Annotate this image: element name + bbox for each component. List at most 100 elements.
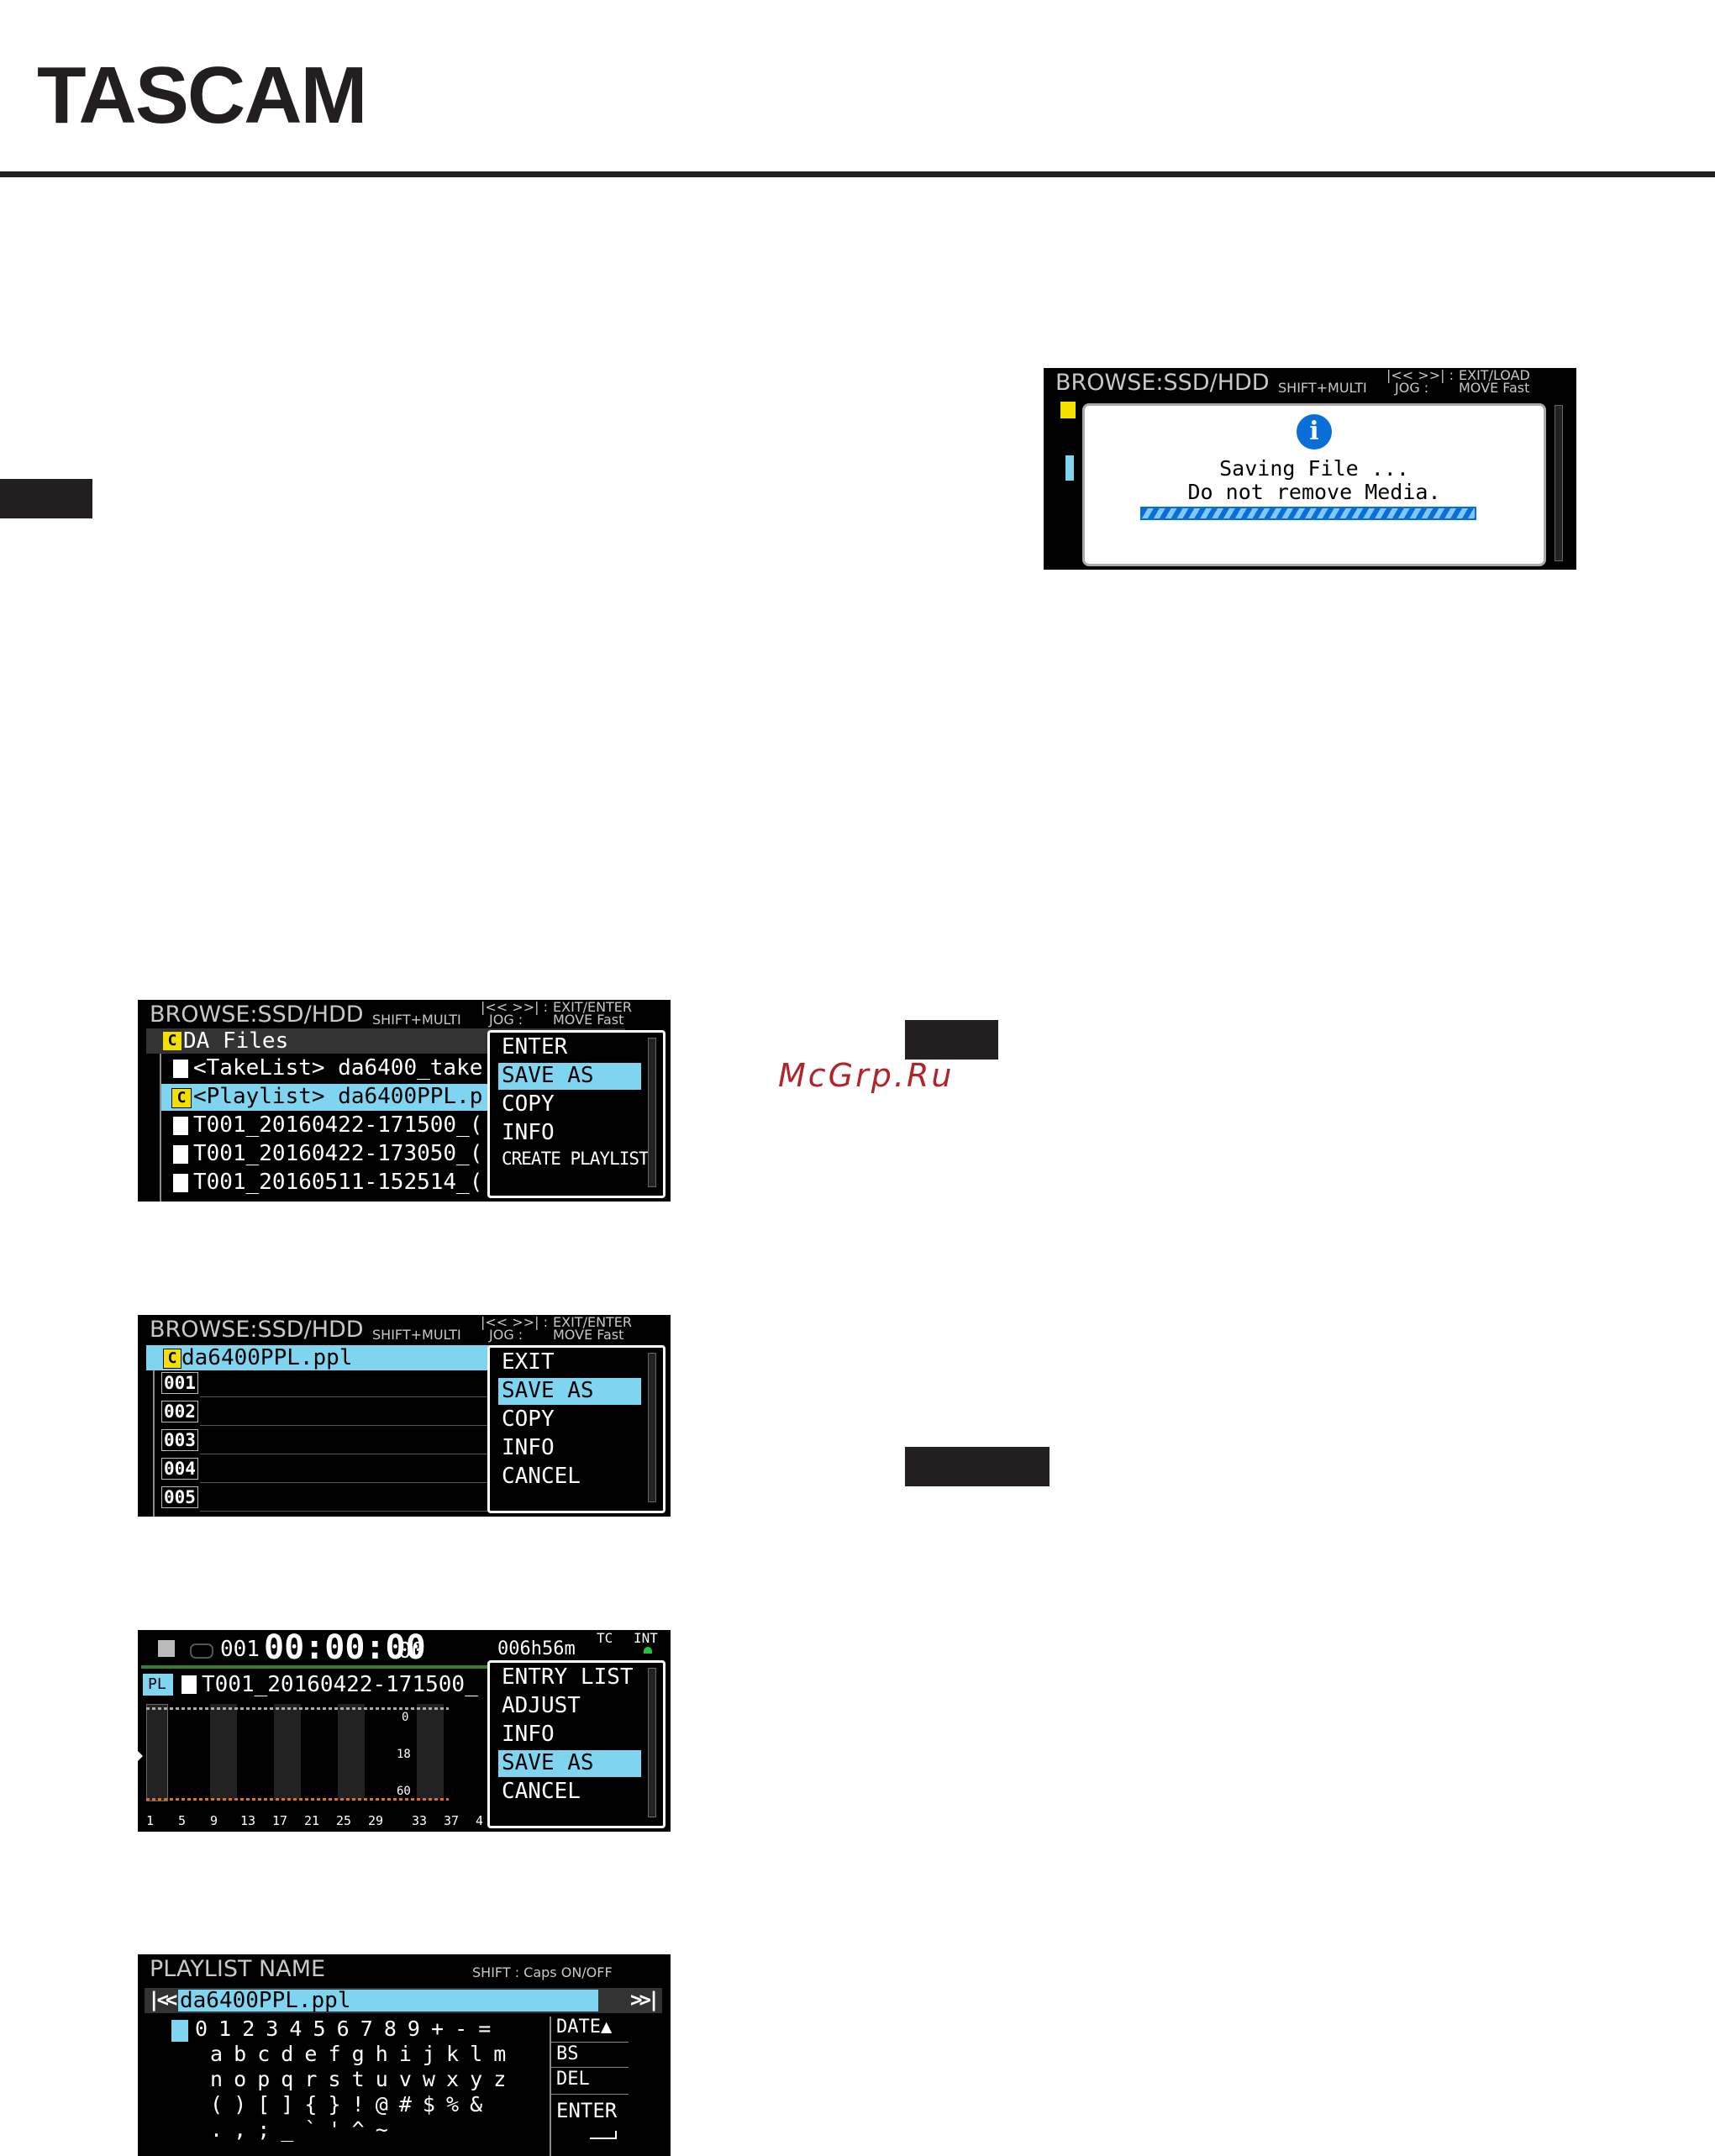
screen-title: BROWSE:SSD/HDD — [150, 1317, 364, 1343]
playlist-file-name: da6400PPL.ppl — [181, 1345, 353, 1370]
caps-hint: SHIFT : Caps ON/OFF — [472, 1964, 613, 1980]
item-label: T001_20160511-152514_( — [193, 1170, 483, 1195]
bs-key[interactable]: BS — [556, 2043, 579, 2064]
date-key[interactable]: DATE▲ — [556, 2017, 612, 2038]
meter-over-dots — [146, 1798, 449, 1801]
next-char-button[interactable]: >>| — [630, 1988, 660, 2011]
menu-item-copy[interactable]: COPY — [502, 1091, 555, 1117]
meter-peak-dots — [146, 1707, 449, 1710]
channel-label: 1 — [146, 1813, 155, 1828]
jog-hint: JOG : — [489, 1012, 523, 1028]
channel-label: 29 — [368, 1813, 384, 1828]
entry-number[interactable]: 005 — [161, 1486, 198, 1508]
name-field-row: |<< da6400PPL.ppl >>| — [145, 1988, 662, 2013]
scale-label: 60 — [397, 1785, 411, 1798]
shift-multi-hint: SHIFT+MULTI — [372, 1327, 461, 1343]
shift-multi-hint: SHIFT+MULTI — [372, 1012, 461, 1028]
scale-label: 0 — [402, 1711, 409, 1724]
menu-item-info[interactable]: INFO — [502, 1722, 555, 1747]
jog-hint: JOG : — [1395, 380, 1429, 396]
context-menu: ENTRY LIST ADJUST INFO SAVE AS CANCEL — [487, 1660, 665, 1828]
move-fast-hint: MOVE Fast — [553, 1012, 624, 1028]
audio-file-icon — [181, 1675, 197, 1694]
lcd-browse-menu: BROWSE:SSD/HDD SHIFT+MULTI |<< >>| : JOG… — [138, 1000, 671, 1202]
menu-scrollbar[interactable] — [648, 1038, 656, 1187]
char-keyboard[interactable]: 0 1 2 3 4 5 6 7 8 9 + - = a b c d e f g … — [171, 2017, 575, 2156]
timecode-frames: 00 — [398, 1638, 425, 1664]
item-label: <TakeList> da6400_take — [193, 1055, 483, 1081]
stop-icon — [158, 1640, 175, 1657]
char-row-lower-2[interactable]: n o p q r s t u v w x y z — [210, 2067, 506, 2091]
menu-item-enter[interactable]: ENTER — [502, 1034, 567, 1060]
audio-file-icon — [173, 1174, 188, 1192]
entry-number[interactable]: 004 — [161, 1458, 198, 1480]
lcd-saving-file: BROWSE:SSD/HDD SHIFT+MULTI |<< >>| : JOG… — [1044, 368, 1576, 570]
remain-time: 006h56m — [497, 1638, 576, 1659]
tree-line — [153, 1370, 155, 1517]
entry-number[interactable]: 002 — [161, 1401, 198, 1422]
playlist-badge: C — [163, 1349, 181, 1369]
track-name: T001_20160422-171500_ — [202, 1672, 478, 1697]
menu-item-entry-list[interactable]: ENTRY LIST — [502, 1664, 634, 1690]
entry-number[interactable]: 003 — [161, 1429, 198, 1451]
item-label: T001_20160422-171500_( — [193, 1112, 483, 1138]
cursor-marker — [138, 1751, 143, 1761]
scrollbar[interactable] — [1555, 405, 1563, 561]
menu-scrollbar[interactable] — [648, 1668, 656, 1817]
lcd-playlist-name: PLAYLIST NAME SHIFT : Caps ON/OFF |<< da… — [138, 1954, 671, 2156]
tc-indicator: TC — [597, 1630, 613, 1646]
enter-key[interactable]: ENTER — [556, 2099, 617, 2122]
channel-label: 37 — [444, 1813, 460, 1828]
menu-item-copy[interactable]: COPY — [502, 1407, 555, 1432]
menu-item-cancel[interactable]: CANCEL — [502, 1464, 581, 1489]
char-row-symbols-1[interactable]: ( ) [ ] { } ! @ # $ % & — [210, 2092, 482, 2117]
info-icon: i — [1297, 414, 1332, 450]
menu-scrollbar[interactable] — [648, 1353, 656, 1502]
channel-label: 21 — [304, 1813, 320, 1828]
section-tab-mid-wide — [905, 1447, 1050, 1486]
key-divider — [551, 2042, 629, 2043]
name-input[interactable]: da6400PPL.ppl — [178, 1988, 598, 2013]
audio-file-icon — [173, 1117, 188, 1135]
menu-item-info[interactable]: INFO — [502, 1120, 555, 1145]
menu-item-save-as[interactable]: SAVE AS — [502, 1063, 594, 1088]
side-keys: DATE▲ BS DEL ENTER — [550, 2017, 635, 2156]
int-indicator: INT — [634, 1630, 658, 1646]
level-meter — [210, 1704, 237, 1800]
char-row-lower-1[interactable]: a b c d e f g h i j k l m — [210, 2042, 506, 2066]
playlist-badge: C — [171, 1088, 192, 1108]
watermark: McGrp.Ru — [778, 1057, 955, 1094]
del-key[interactable]: DEL — [556, 2069, 590, 2090]
menu-item-adjust[interactable]: ADJUST — [502, 1693, 581, 1718]
move-fast-hint: MOVE Fast — [1459, 380, 1530, 396]
screen-title: BROWSE:SSD/HDD — [1055, 370, 1270, 396]
menu-item-save-as[interactable]: SAVE AS — [502, 1750, 594, 1775]
repeat-icon — [190, 1643, 213, 1659]
char-row-symbols-2[interactable]: . , ; _ ` ' ^ ~ — [210, 2117, 388, 2142]
level-meter — [338, 1704, 365, 1800]
saving-message: Saving File ... — [1219, 456, 1409, 481]
menu-item-cancel[interactable]: CANCEL — [502, 1779, 581, 1804]
pl-badge: PL — [148, 1675, 166, 1693]
item-label: T001_20160422-173050_( — [193, 1141, 483, 1166]
menu-item-create-playlist[interactable]: CREATE PLAYLIST — [502, 1149, 650, 1169]
takelist-icon — [173, 1060, 188, 1078]
shift-multi-hint: SHIFT+MULTI — [1278, 380, 1367, 396]
level-meter — [146, 1704, 168, 1801]
menu-item-info[interactable]: INFO — [502, 1435, 555, 1460]
prev-char-button[interactable]: |<< — [148, 1988, 177, 2011]
channel-label: 13 — [240, 1813, 256, 1828]
level-meter — [274, 1704, 301, 1800]
saving-progress-bar — [1140, 507, 1476, 520]
screen-title: BROWSE:SSD/HDD — [150, 1002, 364, 1028]
menu-item-save-as[interactable]: SAVE AS — [502, 1378, 594, 1403]
level-meter — [417, 1704, 444, 1800]
channel-label: 4 — [476, 1813, 484, 1828]
int-lamp — [644, 1647, 652, 1654]
name-value: da6400PPL.ppl — [180, 1988, 351, 2013]
char-row-digits[interactable]: 0 1 2 3 4 5 6 7 8 9 + - = — [195, 2017, 491, 2041]
channel-label: 25 — [336, 1813, 352, 1828]
menu-item-exit[interactable]: EXIT — [502, 1349, 555, 1375]
entry-number[interactable]: 001 — [161, 1372, 198, 1394]
screen-title: PLAYLIST NAME — [150, 1956, 326, 1982]
